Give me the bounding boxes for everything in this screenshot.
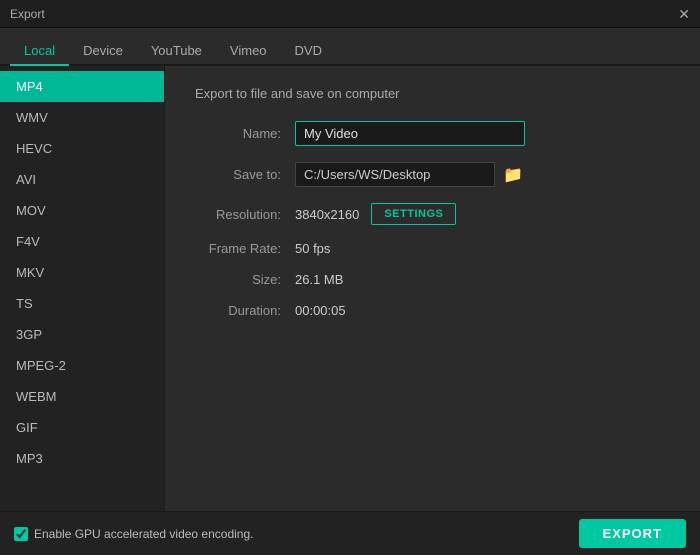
titlebar-title: Export xyxy=(10,7,45,21)
tab-dvd[interactable]: DVD xyxy=(281,37,336,66)
sidebar-item-mov[interactable]: MOV xyxy=(0,195,164,226)
sidebar-item-f4v[interactable]: F4V xyxy=(0,226,164,257)
sidebar-item-mp3[interactable]: MP3 xyxy=(0,443,164,474)
size-label: Size: xyxy=(195,272,295,287)
resolution-label: Resolution: xyxy=(195,207,295,222)
sidebar-item-hevc[interactable]: HEVC xyxy=(0,133,164,164)
size-value: 26.1 MB xyxy=(295,272,343,287)
saveto-row: Save to: 📁 xyxy=(195,162,670,187)
size-row: Size: 26.1 MB xyxy=(195,272,670,287)
sidebar-item-wmv[interactable]: WMV xyxy=(0,102,164,133)
sidebar-item-mpeg2[interactable]: MPEG-2 xyxy=(0,350,164,381)
name-row: Name: xyxy=(195,121,670,146)
format-sidebar: MP4 WMV HEVC AVI MOV F4V MKV TS 3GP MPEG… xyxy=(0,66,165,511)
saveto-input[interactable] xyxy=(295,162,495,187)
export-button[interactable]: EXPORT xyxy=(579,519,686,548)
name-input[interactable] xyxy=(295,121,525,146)
titlebar: Export ✕ xyxy=(0,0,700,28)
framerate-row: Frame Rate: 50 fps xyxy=(195,241,670,256)
sidebar-item-webm[interactable]: WEBM xyxy=(0,381,164,412)
sidebar-item-gif[interactable]: GIF xyxy=(0,412,164,443)
settings-button[interactable]: SETTINGS xyxy=(371,203,456,225)
saveto-label: Save to: xyxy=(195,167,295,182)
sidebar-item-3gp[interactable]: 3GP xyxy=(0,319,164,350)
framerate-value: 50 fps xyxy=(295,241,330,256)
gpu-label[interactable]: Enable GPU accelerated video encoding. xyxy=(14,527,253,541)
export-content: Export to file and save on computer Name… xyxy=(165,66,700,511)
resolution-row: Resolution: 3840x2160 SETTINGS xyxy=(195,203,670,225)
resolution-value: 3840x2160 xyxy=(295,207,359,222)
resolution-controls: 3840x2160 SETTINGS xyxy=(295,203,456,225)
framerate-label: Frame Rate: xyxy=(195,241,295,256)
tab-youtube[interactable]: YouTube xyxy=(137,37,216,66)
sidebar-item-mp4[interactable]: MP4 xyxy=(0,71,164,102)
close-button[interactable]: ✕ xyxy=(678,7,690,21)
tabbar: Local Device YouTube Vimeo DVD xyxy=(0,28,700,66)
gpu-checkbox[interactable] xyxy=(14,527,28,541)
duration-label: Duration: xyxy=(195,303,295,318)
tab-vimeo[interactable]: Vimeo xyxy=(216,37,281,66)
tab-local[interactable]: Local xyxy=(10,37,69,66)
main-area: MP4 WMV HEVC AVI MOV F4V MKV TS 3GP MPEG… xyxy=(0,66,700,511)
sidebar-item-mkv[interactable]: MKV xyxy=(0,257,164,288)
duration-row: Duration: 00:00:05 xyxy=(195,303,670,318)
sidebar-item-ts[interactable]: TS xyxy=(0,288,164,319)
folder-icon[interactable]: 📁 xyxy=(503,165,523,185)
gpu-text: Enable GPU accelerated video encoding. xyxy=(34,527,253,541)
saveto-controls: 📁 xyxy=(295,162,523,187)
sidebar-item-avi[interactable]: AVI xyxy=(0,164,164,195)
tab-device[interactable]: Device xyxy=(69,37,137,66)
section-title: Export to file and save on computer xyxy=(195,86,670,101)
name-label: Name: xyxy=(195,126,295,141)
bottombar: Enable GPU accelerated video encoding. E… xyxy=(0,511,700,555)
duration-value: 00:00:05 xyxy=(295,303,346,318)
